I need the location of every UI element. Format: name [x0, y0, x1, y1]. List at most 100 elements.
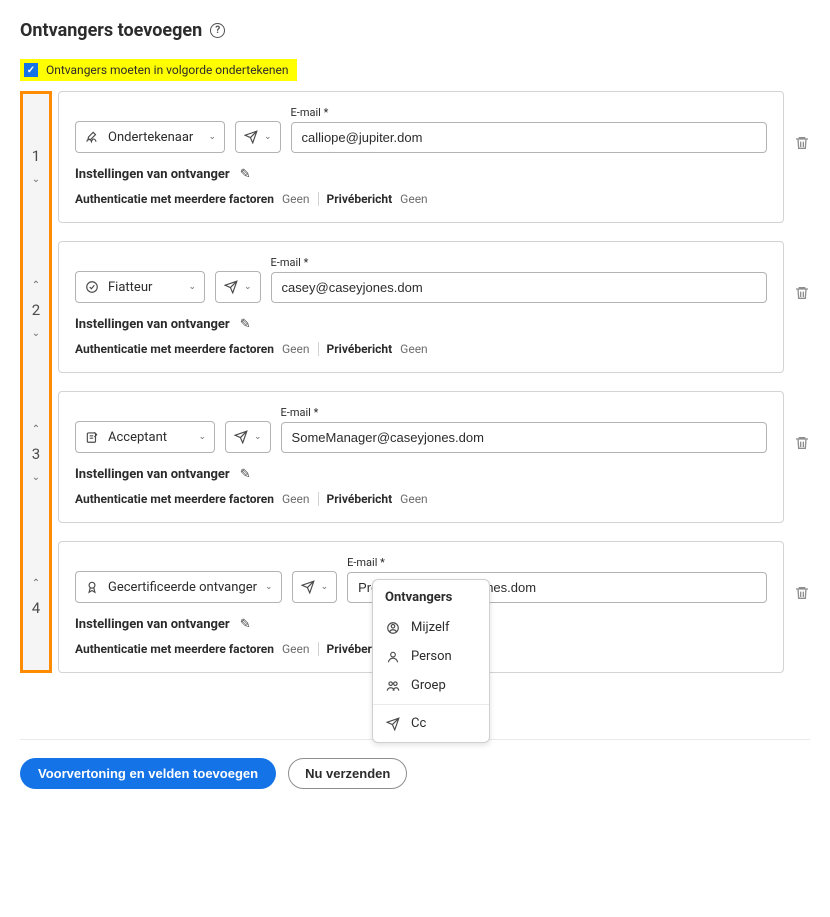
- sign-in-order-row[interactable]: ✓ Ontvangers moeten in volgorde ondertek…: [20, 59, 297, 81]
- order-cell: 1 ⌄: [23, 94, 49, 238]
- checkbox-checked-icon[interactable]: ✓: [24, 63, 38, 77]
- order-rail: 1 ⌄ ⌃ 2 ⌄ ⌃ 3 ⌄ ⌃ 4: [20, 91, 52, 673]
- role-label: Gecertificeerde ontvanger: [108, 580, 257, 595]
- email-label: E-mail *: [281, 406, 767, 419]
- delivery-options[interactable]: ⌄: [215, 271, 261, 303]
- trash-icon[interactable]: [794, 585, 810, 601]
- popover-item-person[interactable]: Person: [373, 642, 489, 671]
- chevron-down-icon: ⌄: [198, 432, 206, 442]
- role-select[interactable]: Acceptant ⌄: [75, 421, 215, 453]
- preview-add-fields-button[interactable]: Voorvertoning en velden toevoegen: [20, 758, 276, 789]
- popover-item-myself[interactable]: Mijzelf: [373, 613, 489, 642]
- chevron-down-icon: ⌄: [208, 132, 216, 142]
- paper-plane-icon: [224, 280, 238, 294]
- order-number: 4: [32, 599, 40, 617]
- mfa-label: Authenticatie met meerdere factoren: [75, 192, 274, 206]
- chevron-down-icon: ⌄: [254, 432, 262, 442]
- signer-icon: [84, 129, 100, 145]
- pencil-icon[interactable]: ✎: [240, 167, 251, 182]
- private-message-label: Privébericht: [327, 192, 393, 206]
- certified-recipient-icon: [84, 579, 100, 595]
- trash-icon[interactable]: [794, 435, 810, 451]
- email-input[interactable]: [291, 122, 767, 153]
- email-label: E-mail *: [271, 256, 767, 269]
- mfa-value: Geen: [282, 342, 310, 356]
- popover-item-cc[interactable]: Cc: [373, 709, 489, 738]
- chevron-down-icon: ⌄: [265, 582, 273, 592]
- role-select[interactable]: Fiatteur ⌄: [75, 271, 205, 303]
- role-label: Fiatteur: [108, 280, 152, 295]
- recipient-row: Acceptant ⌄ ⌄ E-mail *: [58, 391, 810, 523]
- pencil-icon[interactable]: ✎: [240, 617, 251, 632]
- chevron-down-icon[interactable]: ⌄: [32, 175, 40, 185]
- mfa-label: Authenticatie met meerdere factoren: [75, 642, 274, 656]
- chevron-down-icon[interactable]: ⌄: [32, 329, 40, 339]
- chevron-up-icon[interactable]: ⌃: [32, 281, 40, 291]
- order-number: 3: [32, 445, 40, 463]
- required-icon: *: [324, 106, 329, 119]
- group-icon: [385, 679, 401, 693]
- cc-send-icon: [385, 717, 401, 731]
- order-cell: ⌃ 3 ⌄: [23, 382, 49, 526]
- recipient-settings-title: Instellingen van ontvanger: [75, 167, 230, 182]
- required-icon: *: [314, 406, 319, 419]
- pencil-icon[interactable]: ✎: [240, 467, 251, 482]
- mfa-label: Authenticatie met meerdere factoren: [75, 492, 274, 506]
- delivery-options[interactable]: ⌄: [225, 421, 271, 453]
- paper-plane-icon: [234, 430, 248, 444]
- role-label: Ondertekenaar: [108, 130, 193, 145]
- required-icon: *: [380, 556, 385, 569]
- popover-title: Ontvangers: [373, 588, 489, 613]
- email-label: E-mail *: [291, 106, 767, 119]
- recipient-row: Fiatteur ⌄ ⌄ E-mail *: [58, 241, 810, 373]
- popover-item-group[interactable]: Groep: [373, 671, 489, 700]
- divider: [318, 492, 319, 506]
- trash-icon[interactable]: [794, 135, 810, 151]
- acceptor-icon: [84, 429, 100, 445]
- role-select[interactable]: Ondertekenaar ⌄: [75, 121, 225, 153]
- private-message-label: Privébericht: [327, 492, 393, 506]
- recipient-settings-title: Instellingen van ontvanger: [75, 317, 230, 332]
- recipient-row: Ondertekenaar ⌄ ⌄ E-mail *: [58, 91, 810, 223]
- send-now-button[interactable]: Nu verzenden: [288, 758, 407, 789]
- divider: [318, 642, 319, 656]
- email-input[interactable]: [271, 272, 767, 303]
- approver-icon: [84, 279, 100, 295]
- help-icon[interactable]: ?: [210, 23, 225, 38]
- popover-item-label: Groep: [411, 678, 446, 693]
- divider: [318, 192, 319, 206]
- recipient-settings-title: Instellingen van ontvanger: [75, 617, 230, 632]
- recipient-settings-line: Authenticatie met meerdere factoren Geen…: [75, 342, 767, 356]
- sign-in-order-label: Ontvangers moeten in volgorde onderteken…: [46, 63, 289, 77]
- mfa-value: Geen: [282, 492, 310, 506]
- divider: [318, 342, 319, 356]
- mfa-label: Authenticatie met meerdere factoren: [75, 342, 274, 356]
- private-message-value: Geen: [400, 492, 428, 506]
- email-input[interactable]: [281, 422, 767, 453]
- mfa-value: Geen: [282, 642, 310, 656]
- pencil-icon[interactable]: ✎: [240, 317, 251, 332]
- trash-icon[interactable]: [794, 285, 810, 301]
- required-icon: *: [304, 256, 309, 269]
- chevron-down-icon[interactable]: ⌄: [32, 473, 40, 483]
- chevron-up-icon[interactable]: ⌃: [32, 579, 40, 589]
- delivery-options[interactable]: ⌄: [235, 121, 281, 153]
- private-message-value: Geen: [400, 342, 428, 356]
- popover-item-label: Person: [411, 649, 452, 664]
- order-number: 2: [32, 301, 40, 319]
- role-select[interactable]: Gecertificeerde ontvanger ⌄: [75, 571, 282, 603]
- chevron-up-icon[interactable]: ⌃: [32, 425, 40, 435]
- role-label: Acceptant: [108, 430, 167, 445]
- private-message-value: Geen: [400, 192, 428, 206]
- popover-item-label: Mijzelf: [411, 620, 450, 635]
- delivery-options[interactable]: ⌄: [292, 571, 338, 603]
- chevron-down-icon: ⌄: [188, 282, 196, 292]
- user-icon: [385, 650, 401, 664]
- paper-plane-icon: [301, 580, 315, 594]
- order-cell: ⌃ 2 ⌄: [23, 238, 49, 382]
- chevron-down-icon: ⌄: [264, 132, 272, 142]
- chevron-down-icon: ⌄: [321, 582, 329, 592]
- order-number: 1: [32, 147, 40, 165]
- user-self-icon: [385, 621, 401, 635]
- mfa-value: Geen: [282, 192, 310, 206]
